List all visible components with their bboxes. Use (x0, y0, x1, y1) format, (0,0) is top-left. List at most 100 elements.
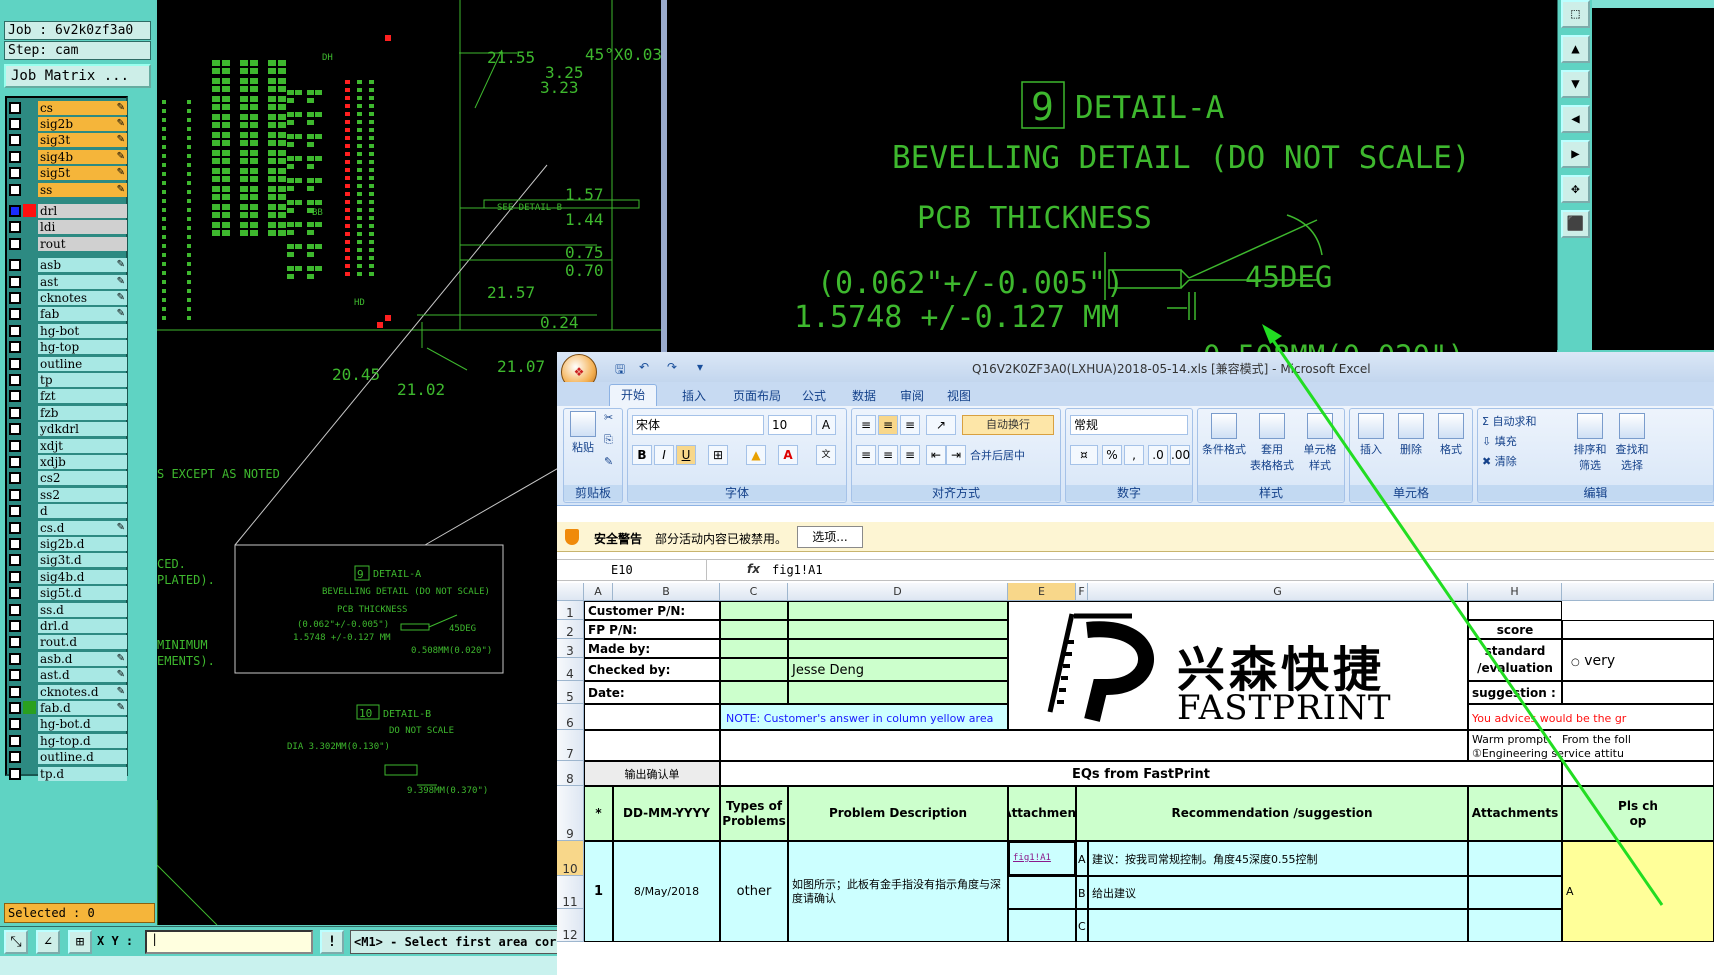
border-icon[interactable]: ⊞ (708, 445, 728, 465)
zoom-fit-icon[interactable]: ⬛ (1561, 210, 1590, 238)
row-header-5[interactable]: 5 (557, 681, 584, 704)
layer-row-asb.d[interactable]: asb.d ✎ (9, 651, 127, 666)
layer-checkbox[interactable] (9, 554, 21, 567)
row-header-2[interactable]: 2 (557, 620, 584, 639)
layer-checkbox[interactable] (9, 669, 21, 682)
layer-checkbox[interactable] (9, 701, 21, 714)
score-value[interactable] (1562, 620, 1714, 639)
layer-row-hg-bot[interactable]: hg-bot (9, 323, 127, 338)
layer-checkbox[interactable] (9, 423, 21, 436)
delete-cells-button[interactable]: 删除 (1392, 413, 1430, 457)
align-right-icon[interactable]: ≡ (900, 445, 920, 465)
layer-checkbox[interactable] (9, 406, 21, 419)
layer-row-cs[interactable]: cs ✎ (9, 100, 127, 115)
row-header-12[interactable]: 12 (557, 909, 584, 942)
layer-row-sig4b.d[interactable]: sig4b.d (9, 569, 127, 584)
attachments-opt_c[interactable] (1468, 909, 1562, 942)
decrease-decimal-icon[interactable]: .00 (1170, 445, 1190, 465)
row-header-6[interactable]: 6 (557, 704, 584, 730)
layer-checkbox[interactable] (9, 183, 21, 196)
layer-row-sig3t[interactable]: sig3t ✎ (9, 133, 127, 148)
xy-input[interactable]: | (145, 930, 313, 954)
layer-row-sig4b[interactable]: sig4b ✎ (9, 149, 127, 164)
layer-row-ldi[interactable]: ldi (9, 220, 127, 235)
column-header-b[interactable]: B (613, 583, 720, 601)
layer-checkbox[interactable] (9, 718, 21, 731)
row-header-8[interactable]: 8 (557, 761, 584, 786)
paste-button[interactable]: 粘贴 (568, 411, 598, 455)
layer-checkbox[interactable] (9, 603, 21, 616)
tab-0[interactable]: 开始 (609, 384, 657, 406)
layer-row-drl.d[interactable]: drl.d (9, 618, 127, 633)
layer-row-cknotes[interactable]: cknotes ✎ (9, 290, 127, 305)
layer-row-tp[interactable]: tp (9, 372, 127, 387)
phonetic-icon[interactable]: 文 (816, 445, 836, 465)
row-header-7[interactable]: 7 (557, 730, 584, 761)
layer-row-xdjb[interactable]: xdjb (9, 454, 127, 469)
layer-checkbox[interactable] (9, 587, 21, 600)
radio-icon[interactable]: ○ (1571, 657, 1580, 668)
security-options-button[interactable]: 选项... (797, 526, 863, 548)
pan-down-icon[interactable]: ▼ (1561, 70, 1590, 98)
column-header-e[interactable]: E (1008, 583, 1076, 601)
customize-qat-icon[interactable]: ▾ (697, 360, 703, 374)
layer-row-sig2b[interactable]: sig2b ✎ (9, 116, 127, 131)
fill-button[interactable]: ⇩ 填充 (1482, 433, 1517, 449)
row-header-9[interactable]: 9 (557, 786, 584, 841)
fill-color-icon[interactable]: ▲ (746, 445, 766, 465)
layer-checkbox[interactable] (9, 390, 21, 403)
layer-checkbox[interactable] (9, 357, 21, 370)
layer-row-outline.d[interactable]: outline.d (9, 750, 127, 765)
format-cells-button[interactable]: 格式 (1432, 413, 1470, 457)
orientation-icon[interactable]: ↗ (926, 415, 956, 435)
input-checked_by-c[interactable] (720, 658, 788, 681)
row-header-3[interactable]: 3 (557, 639, 584, 658)
align-bottom-icon[interactable]: ≡ (900, 415, 920, 435)
layer-row-ast.d[interactable]: ast.d ✎ (9, 668, 127, 683)
name-box[interactable]: E10 (557, 560, 707, 580)
attachment-link[interactable]: fig1!A1 (1008, 841, 1076, 876)
layer-row-fzt[interactable]: fzt (9, 389, 127, 404)
italic-icon[interactable]: I (654, 445, 674, 465)
layer-checkbox[interactable] (9, 341, 21, 354)
font-color-icon[interactable]: A (778, 445, 798, 465)
pan-right-icon[interactable]: ▶ (1561, 140, 1590, 168)
zoom-in-icon[interactable]: ✥ (1561, 175, 1590, 203)
layer-row-hg-top.d[interactable]: hg-top.d (9, 733, 127, 748)
layer-row-ss2[interactable]: ss2 (9, 487, 127, 502)
layer-checkbox[interactable] (9, 472, 21, 485)
tab-1[interactable]: 插入 (682, 387, 706, 404)
align-left-icon[interactable]: ≡ (856, 445, 876, 465)
layer-checkbox[interactable] (9, 204, 21, 217)
layer-checkbox[interactable] (9, 373, 21, 386)
layer-row-xdjt[interactable]: xdjt (9, 438, 127, 453)
column-header-g[interactable]: G (1088, 583, 1468, 601)
accounting-icon[interactable]: ¤ (1070, 445, 1098, 465)
measure-tool-icon[interactable]: ∠ (36, 930, 60, 954)
autosum-button[interactable]: Σ 自动求和 (1482, 413, 1536, 429)
save-icon[interactable]: 🖫 (615, 360, 625, 381)
row-header-11[interactable]: 11 (557, 876, 584, 909)
layer-checkbox[interactable] (9, 767, 21, 780)
conditional-format-button[interactable]: 条件格式 (1200, 413, 1248, 457)
layer-checkbox[interactable] (9, 636, 21, 649)
warning-icon[interactable]: ! (320, 930, 344, 954)
layer-checkbox[interactable] (9, 308, 21, 321)
tab-5[interactable]: 审阅 (900, 387, 924, 404)
layer-row-cs.d[interactable]: cs.d ✎ (9, 520, 127, 535)
input-date-c[interactable] (720, 681, 788, 704)
align-top-icon[interactable]: ≡ (856, 415, 876, 435)
layer-row-sig2b.d[interactable]: sig2b.d (9, 536, 127, 551)
tab-3[interactable]: 公式 (802, 387, 826, 404)
layer-checkbox[interactable] (9, 324, 21, 337)
underline-icon[interactable]: U (676, 445, 696, 465)
insert-cells-button[interactable]: 插入 (1352, 413, 1390, 457)
decrease-indent-icon[interactable]: ⇤ (926, 445, 946, 465)
layer-checkbox[interactable] (9, 734, 21, 747)
format-painter-icon[interactable]: ✎ (604, 455, 613, 468)
grow-font-icon[interactable]: A (816, 415, 836, 435)
tab-6[interactable]: 视图 (947, 387, 971, 404)
layer-row-rout[interactable]: rout (9, 236, 127, 251)
attach-e11[interactable] (1008, 876, 1076, 909)
layer-row-sig5t.d[interactable]: sig5t.d (9, 586, 127, 601)
